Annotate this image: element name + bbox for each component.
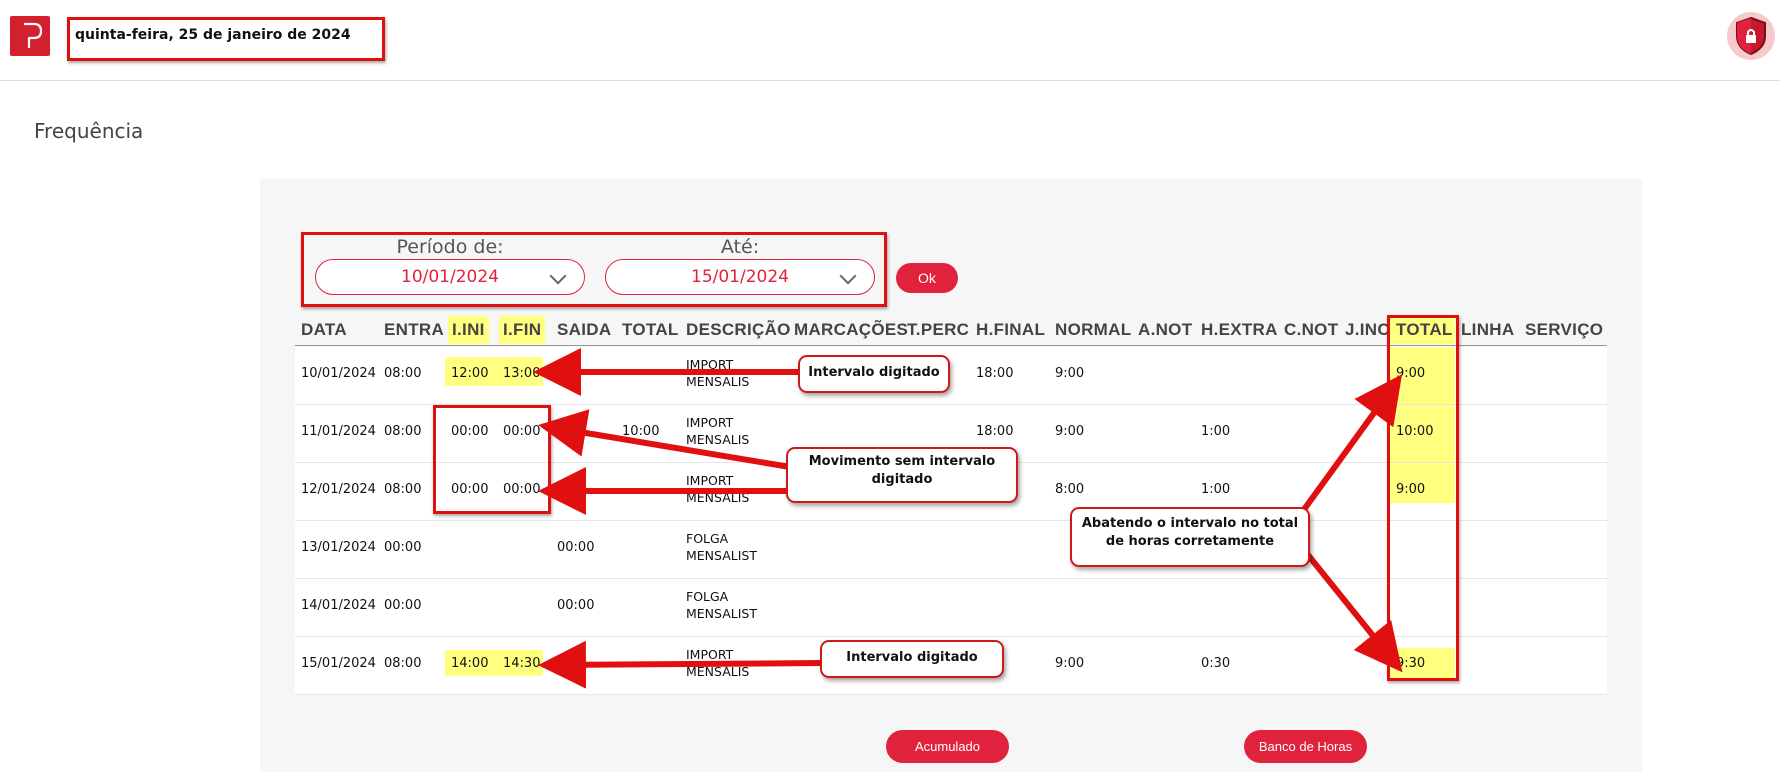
cell-entra: 08:00 <box>384 482 422 497</box>
cell-entra: 08:00 <box>384 366 422 381</box>
cell-data: 10/01/2024 <box>301 366 376 381</box>
annotation-box-filter <box>301 232 887 307</box>
cell-hextra: 0:30 <box>1201 656 1231 671</box>
cell-entra: 08:00 <box>384 656 422 671</box>
cell-hextra: 1:00 <box>1201 482 1231 497</box>
cell-normal: 9:00 <box>1055 424 1085 439</box>
shield-lock-icon <box>1736 16 1766 56</box>
annotation-box-empty-interval <box>433 405 551 514</box>
cell-data: 15/01/2024 <box>301 656 376 671</box>
col-tperc: T.PERC <box>907 320 970 339</box>
cell-data: 11/01/2024 <box>301 424 376 439</box>
p-logo-icon <box>24 22 43 48</box>
cell-ifin: 13:00 <box>503 366 541 381</box>
col-normal: NORMAL <box>1055 320 1132 339</box>
hours-bank-button[interactable]: Banco de Horas <box>1244 730 1367 763</box>
cell-entra: 08:00 <box>384 424 422 439</box>
security-button[interactable] <box>1727 12 1775 60</box>
col-hextra: H.EXTRA <box>1201 320 1278 339</box>
cell-saida: 00:00 <box>557 598 595 613</box>
col-saida: SAIDA <box>557 320 612 339</box>
col-data: DATA <box>301 320 347 339</box>
cell-descricao: IMPORT MENSALIS <box>686 415 750 447</box>
cell-data: 12/01/2024 <box>301 482 376 497</box>
col-jinc: J.INC <box>1345 320 1390 339</box>
cell-normal: 9:00 <box>1055 366 1085 381</box>
ok-button[interactable]: Ok <box>896 263 958 293</box>
cell-descricao: IMPORT MENSALIS <box>686 357 750 389</box>
col-hfinal: H.FINAL <box>976 320 1046 339</box>
cell-iini: 14:00 <box>451 656 489 671</box>
cell-descricao: FOLGA MENSALIST <box>686 531 757 563</box>
callout-interval-typed: Intervalo digitado <box>798 355 950 393</box>
cell-entra: 00:00 <box>384 540 422 555</box>
cell-data: 13/01/2024 <box>301 540 376 555</box>
col-servico: SERVIÇO <box>1525 320 1604 339</box>
cell-descricao: IMPORT MENSALIS <box>686 473 750 505</box>
annotation-box-total <box>1387 315 1459 681</box>
cell-hfinal: 18:00 <box>976 424 1014 439</box>
cell-hextra: 1:00 <box>1201 424 1231 439</box>
accumulated-button[interactable]: Acumulado <box>886 730 1009 763</box>
col-ifin: I.FIN <box>499 316 546 344</box>
callout-no-interval: Movimento sem intervalo digitado <box>786 447 1018 503</box>
col-descricao: DESCRIÇÃO <box>686 320 791 339</box>
cell-data: 14/01/2024 <box>301 598 376 613</box>
cell-saida: 00:00 <box>557 540 595 555</box>
cell-total: 10:00 <box>622 424 660 439</box>
callout-interval-typed-2: Intervalo digitado <box>820 640 1004 678</box>
cell-descricao: FOLGA MENSALIST <box>686 589 757 621</box>
col-total: TOTAL <box>622 320 679 339</box>
col-linha: LINHA <box>1461 320 1515 339</box>
cell-entra: 00:00 <box>384 598 422 613</box>
callout-subtract-interval: Abatendo o intervalo no total de horas co… <box>1070 507 1310 567</box>
col-marcacoes: MARCAÇÕES <box>794 320 909 339</box>
col-entra: ENTRA <box>384 320 445 339</box>
col-iini: I.INI <box>448 316 489 344</box>
cell-normal: 9:00 <box>1055 656 1085 671</box>
cell-iini: 12:00 <box>451 366 489 381</box>
cell-hfinal: 18:00 <box>976 366 1014 381</box>
col-cnot: C.NOT <box>1284 320 1339 339</box>
annotation-box-date <box>67 17 385 61</box>
cell-descricao: IMPORT MENSALIS <box>686 647 750 679</box>
page-title: Frequência <box>34 119 144 143</box>
col-anot: A.NOT <box>1138 320 1193 339</box>
app-logo[interactable] <box>10 16 50 56</box>
cell-normal: 8:00 <box>1055 482 1085 497</box>
cell-ifin: 14:30 <box>503 656 541 671</box>
